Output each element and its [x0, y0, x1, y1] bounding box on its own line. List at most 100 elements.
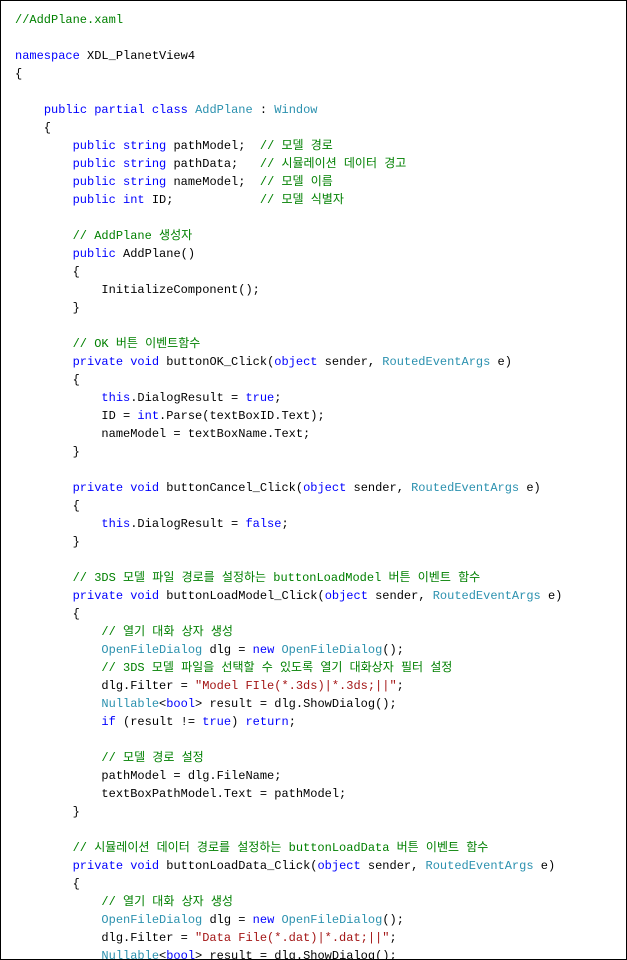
stmt: dlg.Filter = [15, 679, 195, 693]
brace: { [15, 499, 80, 513]
kw: new [253, 643, 275, 657]
indent [15, 229, 73, 243]
kw: private [73, 355, 123, 369]
type: AddPlane [195, 103, 253, 117]
kw: true [245, 391, 274, 405]
kw: void [130, 859, 159, 873]
kw: this [101, 391, 130, 405]
stmt: > result = dlg.ShowDialog(); [195, 949, 397, 960]
comment: // 모델 식별자 [260, 193, 344, 207]
brace: { [15, 67, 22, 81]
ident: buttonCancel_Click( [159, 481, 303, 495]
ident: e) [541, 589, 563, 603]
stmt: dlg = [202, 913, 252, 927]
comment: // AddPlane 생성자 [73, 229, 193, 243]
ident: sender, [361, 859, 426, 873]
kw: private [73, 481, 123, 495]
comment: // 열기 대화 상자 생성 [101, 895, 233, 909]
sp [116, 193, 123, 207]
brace: { [15, 877, 80, 891]
indent [15, 859, 73, 873]
comment: // 열기 대화 상자 생성 [101, 625, 233, 639]
stmt: dlg.Filter = [15, 931, 195, 945]
kw: private [73, 589, 123, 603]
stmt: ID = [15, 409, 137, 423]
ident: pathModel; [166, 139, 260, 153]
kw: private [73, 859, 123, 873]
kw: this [101, 517, 130, 531]
type: OpenFileDialog [101, 643, 202, 657]
ident: buttonOK_Click( [159, 355, 274, 369]
string: "Model FIle(*.3ds)|*.3ds;||" [195, 679, 397, 693]
comment: // 모델 경로 설정 [101, 751, 203, 765]
type: OpenFileDialog [101, 913, 202, 927]
punct: (); [382, 913, 404, 927]
indent [15, 643, 101, 657]
sp [116, 139, 123, 153]
type: Nullable [101, 697, 159, 711]
indent [15, 247, 73, 261]
kw: string [123, 139, 166, 153]
brace: } [15, 805, 80, 819]
stmt: (result != [116, 715, 202, 729]
kw: public [73, 139, 116, 153]
stmt: .DialogResult = [130, 391, 245, 405]
kw: bool [166, 697, 195, 711]
comment: // 모델 이름 [260, 175, 333, 189]
ident: ID; [145, 193, 260, 207]
indent [15, 175, 73, 189]
kw: new [253, 913, 275, 927]
comment: // OK 버튼 이벤트함수 [73, 337, 201, 351]
type: OpenFileDialog [281, 913, 382, 927]
punct: (); [382, 643, 404, 657]
indent [15, 391, 101, 405]
type: Nullable [101, 949, 159, 960]
kw: public [73, 193, 116, 207]
indent [15, 481, 73, 495]
stmt: .DialogResult = [130, 517, 245, 531]
kw: false [245, 517, 281, 531]
punct: ; [274, 391, 281, 405]
indent [15, 571, 73, 585]
kw: string [123, 157, 166, 171]
sp [116, 175, 123, 189]
kw: public [73, 247, 116, 261]
brace: } [15, 535, 80, 549]
type: RoutedEventArgs [426, 859, 534, 873]
type: RoutedEventArgs [411, 481, 519, 495]
comment: // 시뮬레이션 데이터 경고 [260, 157, 406, 171]
kw: public [73, 157, 116, 171]
indent [15, 157, 73, 171]
ident: nameModel; [166, 175, 260, 189]
kw: true [202, 715, 231, 729]
kw: void [130, 355, 159, 369]
ident: buttonLoadModel_Click( [159, 589, 325, 603]
punct: : [253, 103, 275, 117]
indent [15, 751, 101, 765]
type: Window [274, 103, 317, 117]
indent [15, 355, 73, 369]
brace: } [15, 445, 80, 459]
ident: XDL_PlanetView4 [80, 49, 195, 63]
brace: } [15, 301, 80, 315]
kw: return [245, 715, 288, 729]
punct: ; [389, 931, 396, 945]
indent [15, 661, 101, 675]
code-block: //AddPlane.xaml namespace XDL_PlanetView… [0, 0, 627, 960]
ident: sender, [317, 355, 382, 369]
kw: int [137, 409, 159, 423]
ident: buttonLoadData_Click( [159, 859, 317, 873]
indent [15, 103, 44, 117]
indent [15, 193, 73, 207]
ident: e) [490, 355, 512, 369]
punct: ; [397, 679, 404, 693]
kw: bool [166, 949, 195, 960]
indent [15, 589, 73, 603]
brace: { [15, 265, 80, 279]
indent [15, 625, 101, 639]
stmt: .Parse(textBoxID.Text); [159, 409, 325, 423]
stmt: ) [231, 715, 245, 729]
comment: // 시뮬레이션 데이터 경로를 설정하는 buttonLoadData 버튼 … [73, 841, 489, 855]
indent [15, 139, 73, 153]
kw: public [73, 175, 116, 189]
